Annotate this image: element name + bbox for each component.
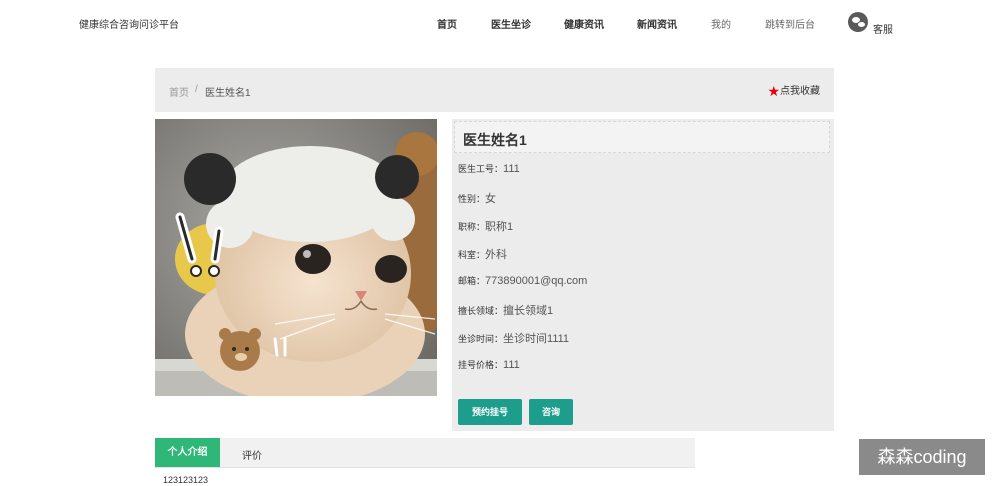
customer-service-label: 客服 — [873, 25, 893, 36]
field-specialty: 擅长领域：擅长领域1 — [458, 302, 553, 318]
site-brand[interactable]: 健康综合咨询问诊平台 — [79, 16, 179, 31]
field-value: 职称1 — [485, 221, 514, 233]
cat-photo-illustration — [155, 119, 437, 396]
field-label: 科室： — [458, 250, 486, 260]
intro-content: 123123123 — [163, 475, 209, 485]
nav-health-news[interactable]: 健康资讯 — [564, 16, 604, 31]
field-value: 111 — [503, 359, 520, 371]
star-icon: ★ — [767, 83, 780, 99]
favorite-button[interactable]: ★点我收藏 — [767, 82, 820, 100]
field-label: 挂号价格： — [458, 360, 504, 370]
nav-news[interactable]: 新闻资讯 — [637, 16, 677, 31]
watermark-mask — [695, 431, 845, 486]
field-value: 女 — [485, 193, 497, 205]
book-appointment-button[interactable]: 预约挂号 — [458, 399, 522, 425]
breadcrumb: 首页 / 医生姓名1 ★点我收藏 — [155, 68, 834, 112]
breadcrumb-current: 医生姓名1 — [205, 88, 251, 99]
breadcrumb-separator: / — [195, 84, 198, 95]
tab-reviews[interactable]: 评价 — [242, 447, 262, 462]
field-gender: 性别：女 — [458, 190, 496, 206]
field-price: 挂号价格：111 — [458, 358, 520, 371]
wechat-icon — [848, 12, 868, 32]
tab-personal-intro[interactable]: 个人介绍 — [155, 438, 220, 467]
nav-home[interactable]: 首页 — [437, 16, 457, 31]
field-label: 邮箱： — [458, 276, 486, 286]
field-value: 773890001@qq.com — [485, 275, 588, 287]
field-department: 科室：外科 — [458, 246, 507, 262]
field-value: 坐诊时间1111 — [503, 333, 570, 345]
field-value: 擅长领域1 — [503, 305, 554, 317]
field-value: 外科 — [485, 249, 508, 261]
nav-admin[interactable]: 跳转到后台 — [765, 16, 815, 31]
field-schedule: 坐诊时间：坐诊时间1111 — [458, 330, 569, 346]
doctor-name: 医生姓名1 — [463, 132, 527, 148]
field-label: 坐诊时间： — [458, 334, 504, 344]
field-doctor-id: 医生工号：111 — [458, 162, 520, 175]
field-label: 擅长领域： — [458, 306, 504, 316]
breadcrumb-home[interactable]: 首页 — [169, 84, 189, 99]
doctor-info-panel: 医生姓名1 医生工号：111 性别：女 职称：职称1 科室：外科 邮箱：7738… — [452, 119, 834, 431]
nav-mine[interactable]: 我的 — [711, 16, 731, 31]
video-watermark: 森森coding — [859, 439, 985, 475]
field-email: 邮箱：773890001@qq.com — [458, 274, 587, 287]
doctor-name-box: 医生姓名1 — [454, 121, 830, 153]
field-label: 职称： — [458, 222, 486, 232]
favorite-label: 点我收藏 — [780, 86, 820, 97]
field-title: 职称：职称1 — [458, 218, 513, 234]
consult-button[interactable]: 咨询 — [529, 399, 573, 425]
nav-doctors[interactable]: 医生坐诊 — [491, 16, 531, 31]
field-label: 性别： — [458, 194, 486, 204]
doctor-photo — [155, 119, 437, 396]
field-value: 111 — [503, 163, 520, 175]
field-label: 医生工号： — [458, 164, 504, 174]
top-navbar: 健康综合咨询问诊平台 首页 医生坐诊 健康资讯 新闻资讯 我的 跳转到后台 客服 — [0, 0, 994, 48]
